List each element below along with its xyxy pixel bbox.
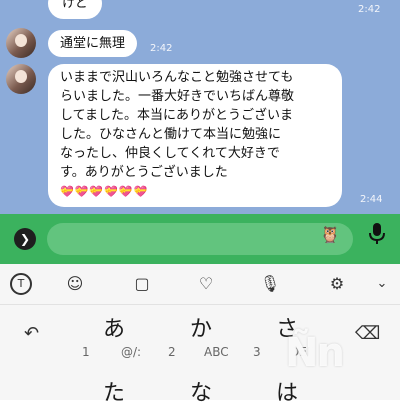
mic-icon[interactable]: 🎙 [258, 272, 282, 296]
message-text: 通堂に無理 [60, 36, 126, 51]
message-bubble[interactable]: 通堂に無理 [48, 30, 138, 57]
heart-emoji-row: 💝💝💝💝💝💝 [60, 185, 149, 198]
message-bubble[interactable]: いままで沢山いろんなこと勉強させても らいました。一番大好きでいちばん尊敬 して… [48, 64, 342, 207]
heart-icon[interactable]: ♡ [194, 272, 218, 296]
key-a[interactable]: あ [103, 311, 125, 343]
key-a-sub: 1 [82, 345, 90, 359]
watermark-logo: Ñn [285, 330, 345, 376]
message-input-bar: ❯ [0, 214, 400, 264]
message-line: なったし、仲良くしてくれて大好きで [60, 146, 280, 161]
message-line: す。ありがとうございました [60, 165, 228, 180]
avatar[interactable] [6, 64, 36, 94]
chat-area: けど 2:42 通堂に無理 2:42 いままで沢山いろんなこと勉強させても らい… [0, 0, 400, 214]
message-bubble[interactable]: けど [48, 0, 103, 19]
sticker-icon[interactable]: 🦉 [320, 225, 340, 244]
emoji-icon[interactable]: ☺ [63, 272, 87, 296]
key-na[interactable]: な [190, 375, 212, 407]
chevron-right-icon[interactable]: ❯ [14, 228, 36, 250]
key-ka[interactable]: か [190, 311, 212, 343]
key-ta[interactable]: た [103, 375, 125, 407]
message-time: 2:42 [150, 43, 173, 54]
message-time: 2:42 [358, 4, 381, 15]
key-sa-sub: 3 [253, 345, 261, 359]
key-ka-sub: 2 [168, 345, 176, 359]
message-text: けど [62, 0, 89, 11]
message-line: らいました。一番大好きでいちばん尊敬 [60, 89, 295, 104]
message-time: 2:44 [360, 194, 383, 205]
message-line: してました。本当にありがとうございま [60, 108, 293, 123]
avatar[interactable] [6, 28, 36, 58]
backspace-icon[interactable]: ⌫ [355, 323, 380, 344]
key-ka-symbols: @/: [121, 345, 142, 359]
undo-icon[interactable]: ↶ [24, 323, 39, 344]
text-cursor-icon[interactable]: T [10, 273, 32, 295]
key-ha[interactable]: は [276, 375, 298, 407]
key-sa-letters: ABC [204, 345, 229, 359]
sticker-icon[interactable]: ▢ [130, 272, 154, 296]
gear-icon[interactable]: ⚙ [325, 272, 349, 296]
message-line: いままで沢山いろんなこと勉強させても [60, 70, 294, 85]
chevron-down-icon[interactable]: ⌄ [370, 272, 394, 296]
message-line: した。ひなさんと働けて本当に勉強に [60, 127, 282, 142]
mic-icon[interactable] [368, 222, 386, 246]
keyboard-toolbar: T ☺ ▢ ♡ 🎙 ⚙ ⌄ [0, 264, 400, 305]
message-input[interactable] [47, 223, 353, 255]
